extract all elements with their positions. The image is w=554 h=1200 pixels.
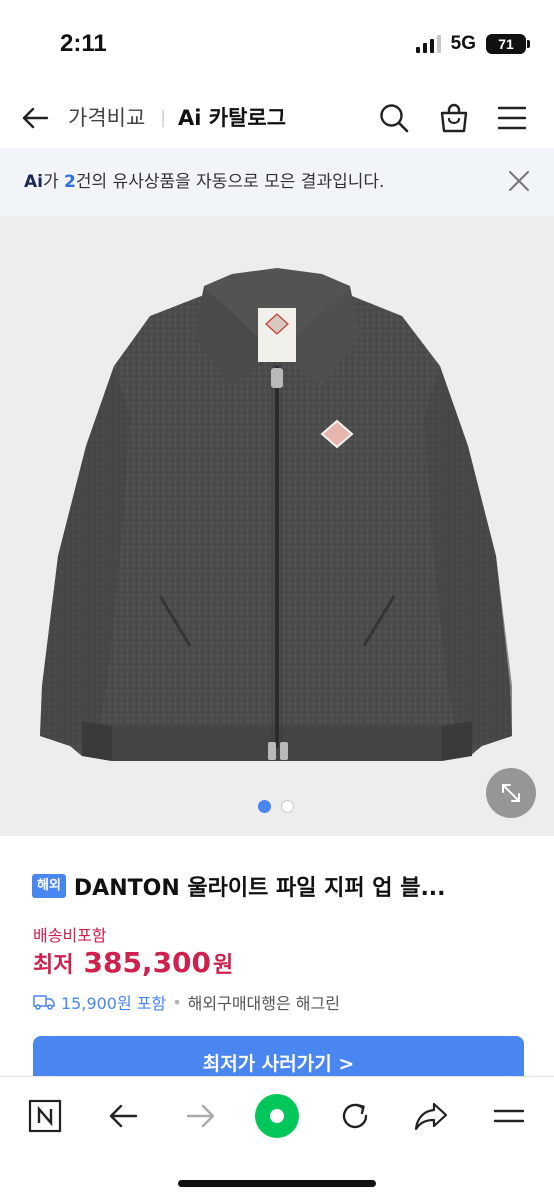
- delivery-separator: •: [172, 992, 182, 1012]
- home-indicator[interactable]: [178, 1180, 376, 1187]
- agency-note: 해외구매대행은 해그린: [187, 994, 340, 1013]
- network-type: 5G: [450, 33, 476, 54]
- banner-text-before: 가: [42, 172, 65, 192]
- ai-info-banner: Ai가 2건의 유사상품을 자동으로 모은 결과입니다.: [0, 148, 554, 216]
- ai-prefix: Ai: [24, 172, 43, 192]
- shipping-included-note: 배송비포함: [33, 926, 107, 945]
- carousel-dot-active[interactable]: [258, 800, 271, 813]
- browser-forward-button[interactable]: [176, 1091, 226, 1141]
- refresh-icon: [342, 1103, 368, 1129]
- price-unit: 원: [213, 953, 234, 978]
- menu-icon: [493, 1109, 525, 1123]
- carousel-indicator: [258, 800, 294, 813]
- close-icon: [509, 171, 529, 191]
- delivery-truck-icon: [33, 995, 55, 1010]
- lowest-price-label: 최저: [33, 953, 74, 978]
- back-button[interactable]: [18, 98, 52, 138]
- product-title-row: 해외 DANTON 울라이트 파일 지퍼 업 블...: [32, 870, 532, 902]
- banner-text-after: 건의 유사상품을 자동으로 모은 결과입니다.: [75, 172, 385, 192]
- app-header: 가격비교 | Ai 카탈로그: [0, 88, 554, 148]
- menu-icon: [497, 106, 527, 130]
- price-row: 최저 385,300 원: [33, 946, 233, 979]
- product-image-carousel[interactable]: [0, 216, 554, 836]
- battery-icon: 71: [486, 34, 530, 54]
- back-arrow-icon: [109, 1104, 138, 1128]
- banner-close-button[interactable]: [504, 166, 534, 196]
- header-divider: |: [160, 107, 167, 128]
- naver-n-icon: [28, 1099, 62, 1133]
- breadcrumb-price-compare[interactable]: 가격비교: [68, 98, 145, 138]
- home-green-icon: [255, 1094, 299, 1138]
- page-title: Ai 카탈로그: [178, 106, 287, 130]
- naver-home-button[interactable]: [20, 1091, 70, 1141]
- similar-count: 2: [64, 172, 76, 192]
- status-indicators: 5G 71: [415, 33, 530, 55]
- search-button[interactable]: [374, 98, 414, 138]
- naver-green-button[interactable]: [252, 1091, 302, 1141]
- share-icon: [414, 1102, 448, 1131]
- forward-arrow-icon: [186, 1104, 215, 1128]
- browser-back-button[interactable]: [98, 1091, 148, 1141]
- delivery-fee: 15,900원 포함: [61, 994, 167, 1013]
- expand-image-button[interactable]: [486, 768, 536, 818]
- jacket-image: [40, 268, 512, 761]
- overseas-badge: 해외: [32, 874, 66, 898]
- status-bar: 2:11 5G 71: [0, 0, 554, 88]
- toolbar-menu-button[interactable]: [484, 1091, 534, 1141]
- expand-icon: [502, 784, 520, 802]
- lowest-price-value: 385,300: [83, 946, 212, 979]
- menu-button[interactable]: [492, 98, 532, 138]
- share-button[interactable]: [406, 1091, 456, 1141]
- signal-icon: [415, 35, 441, 53]
- shopping-bag-button[interactable]: [434, 98, 474, 138]
- product-name: DANTON 울라이트 파일 지퍼 업 블...: [73, 876, 446, 901]
- banner-message: Ai가 2건의 유사상품을 자동으로 모은 결과입니다.: [24, 170, 384, 194]
- arrow-left-icon: [22, 107, 49, 129]
- carousel-dot[interactable]: [281, 800, 294, 813]
- search-icon: [380, 104, 409, 133]
- ai-logo-text: Ai: [24, 172, 43, 192]
- refresh-button[interactable]: [330, 1091, 380, 1141]
- delivery-info: 15,900원 포함 • 해외구매대행은 해그린: [33, 990, 340, 1014]
- shopping-bag-icon: [440, 103, 468, 133]
- status-time: 2:11: [60, 30, 107, 57]
